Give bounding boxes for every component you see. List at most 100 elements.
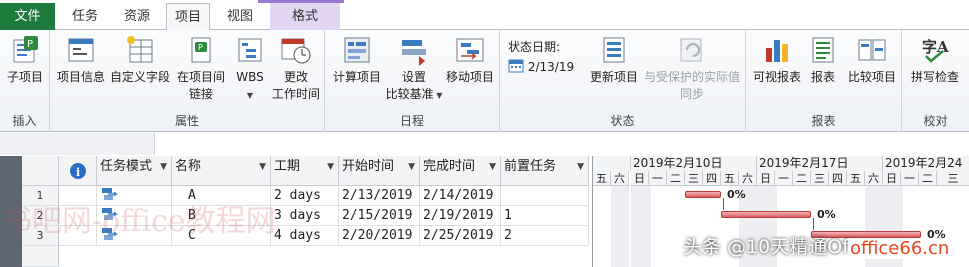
move-project-icon [456, 38, 484, 62]
ribbon-tab-bar: 文件 任务 资源 项目 视图 格式 [0, 0, 969, 31]
gantt-day: 四 [703, 171, 721, 186]
baseline-caret-icon: ▼ [433, 91, 443, 100]
group-schedule: 计算项目 设置 比较基准 ▼ 移动项目 日程 [325, 30, 500, 132]
compare-icon [858, 39, 886, 61]
gantt-percent-b: 0% [817, 208, 836, 221]
column-header-task-mode[interactable]: 任务模式 ▼ [97, 156, 172, 186]
duration-cell[interactable]: 2 days [271, 186, 339, 206]
finish-cell[interactable]: 2/19/2019 [420, 206, 501, 226]
gantt-day: 二 [667, 171, 685, 186]
gantt-day: 六 [739, 171, 757, 186]
update-project-icon [603, 37, 625, 63]
sync-icon [680, 38, 702, 62]
project-info-button[interactable]: 项目信息 [55, 34, 107, 86]
tab-file[interactable]: 文件 [0, 3, 55, 30]
gantt-day: 五 [847, 171, 865, 186]
dependency-link [723, 198, 724, 210]
visual-reports-button[interactable]: 可视报表 [750, 34, 804, 86]
pred-dropdown-icon[interactable]: ▼ [577, 156, 584, 178]
sync-protected-actuals-button[interactable]: 与受保护的实际值 同步 [642, 34, 742, 103]
gantt-day: 六 [611, 171, 629, 186]
pred-cell[interactable]: 2 [501, 226, 589, 246]
gantt-day: 三 [937, 171, 969, 186]
start-cell[interactable]: 2/15/2019 [339, 206, 420, 226]
gantt-week-2: 2019年2月17日 [757, 156, 883, 171]
tab-task[interactable]: 任务 [63, 3, 107, 30]
group-label-properties: 属性 [174, 114, 199, 128]
custom-fields-button[interactable]: 自定义字段 [108, 34, 172, 86]
move-project-button[interactable]: 移动项目 [443, 34, 497, 86]
duration-cell[interactable]: 3 days [271, 206, 339, 226]
gantt-day: 三 [811, 171, 829, 186]
finish-dropdown-icon[interactable]: ▼ [489, 156, 496, 178]
spelling-button[interactable]: 字A 拼写检查 [906, 34, 964, 86]
gantt-day: 日 [631, 171, 649, 186]
gantt-day: 五 [593, 171, 611, 186]
finish-cell[interactable]: 2/14/2019 [420, 186, 501, 206]
tab-view[interactable]: 视图 [218, 3, 262, 30]
start-header-label: 开始时间 [342, 159, 395, 174]
set-baseline-button[interactable]: 设置 比较基准 ▼ [385, 34, 443, 104]
change-working-time-button[interactable]: 更改 工作时间 [270, 34, 322, 103]
gantt-day: 三 [685, 171, 703, 186]
svg-text:i: i [76, 166, 80, 179]
gantt-week-partial [593, 156, 631, 171]
compare-label: 比较项目 [847, 70, 896, 84]
row-id-empty[interactable] [22, 246, 59, 267]
info-icon: i [69, 163, 86, 179]
duration-dropdown-icon[interactable]: ▼ [327, 156, 334, 178]
finish-cell[interactable]: 2/25/2019 [420, 226, 501, 246]
calculate-icon [344, 37, 370, 63]
duration-cell[interactable]: 4 days [271, 226, 339, 246]
subproject-label: 子项目 [6, 70, 43, 84]
column-header-duration[interactable]: 工期 ▼ [271, 156, 339, 186]
gantt-day: 二 [919, 171, 937, 186]
tab-format[interactable]: 格式 [270, 3, 340, 30]
svg-text:字A: 字A [922, 38, 949, 56]
pred-cell[interactable] [501, 186, 589, 206]
select-all-header[interactable] [22, 156, 59, 186]
tab-resource[interactable]: 资源 [114, 3, 160, 30]
column-header-finish[interactable]: 完成时间 ▼ [420, 156, 501, 186]
calculate-project-button[interactable]: 计算项目 [329, 34, 385, 86]
timeline-strip [0, 133, 969, 155]
tab-project[interactable]: 项目 [166, 3, 210, 31]
calendar-clock-icon [281, 38, 311, 64]
gantt-day: 一 [649, 171, 667, 186]
group-label-status: 状态 [610, 114, 635, 128]
weekend-shade [611, 186, 629, 267]
links-between-projects-button[interactable]: P 在项目间 链接 [173, 34, 229, 103]
gantt-bar-task-b[interactable] [721, 211, 811, 218]
pred-cell[interactable]: 1 [501, 206, 589, 226]
gantt-day: 一 [901, 171, 919, 186]
column-header-predecessors[interactable]: 前置任务 ▼ [501, 156, 589, 186]
gantt-day: 一 [775, 171, 793, 186]
start-dropdown-icon[interactable]: ▼ [408, 156, 415, 178]
strip-left-panel [0, 133, 155, 155]
sync-label-2: 同步 [679, 87, 704, 101]
visual-reports-label: 可视报表 [752, 70, 801, 84]
move-project-label: 移动项目 [445, 70, 494, 84]
compare-projects-button[interactable]: 比较项目 [844, 34, 900, 86]
gantt-week-1: 2019年2月10日 [631, 156, 757, 171]
indicators-header[interactable]: i [59, 156, 97, 186]
update-project-button[interactable]: 更新项目 [586, 34, 642, 86]
wbs-icon [238, 38, 262, 62]
gantt-day: 六 [865, 171, 883, 186]
ribbon: P 子项目 插入 项目信息 自定义字段 P 在项目间 链接 WBS ▼ 更改 工… [0, 30, 969, 132]
task-mode-dropdown-icon[interactable]: ▼ [160, 156, 167, 178]
status-date-field[interactable]: 2/13/19 [508, 59, 574, 74]
baseline-icon [402, 40, 426, 66]
start-cell[interactable]: 2/13/2019 [339, 186, 420, 206]
wbs-button[interactable]: WBS ▼ [230, 34, 270, 104]
subproject-icon: P [13, 36, 38, 63]
subproject-button[interactable]: P 子项目 [3, 34, 47, 86]
reports-button[interactable]: 报表 [804, 34, 842, 86]
name-dropdown-icon[interactable]: ▼ [259, 156, 266, 178]
column-header-name[interactable]: 名称 ▼ [172, 156, 271, 186]
column-header-start[interactable]: 开始时间 ▼ [339, 156, 420, 186]
gantt-bar-task-a[interactable] [685, 191, 721, 198]
start-cell[interactable]: 2/20/2019 [339, 226, 420, 246]
weekend-shade [631, 186, 651, 267]
sync-label-1: 与受保护的实际值 [643, 70, 740, 84]
